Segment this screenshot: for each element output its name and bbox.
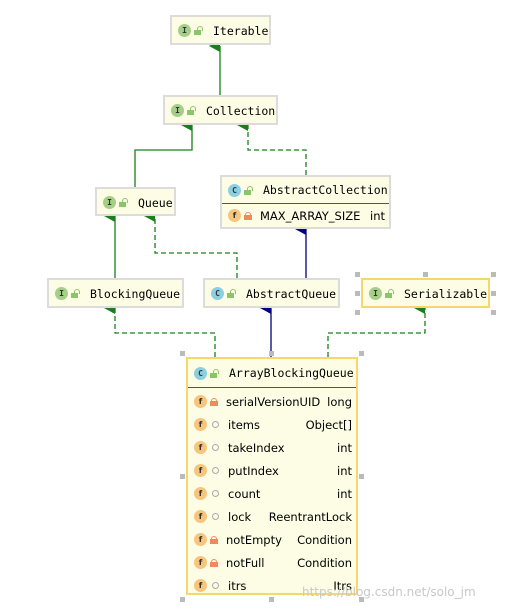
public-icon xyxy=(244,185,253,195)
node-iterable[interactable]: I Iterable xyxy=(170,15,271,45)
interface-icon: I xyxy=(171,104,184,117)
field-name: serialVersionUID xyxy=(226,394,321,409)
node-title: Collection xyxy=(206,103,276,118)
node-title: Iterable xyxy=(213,23,269,38)
public-icon xyxy=(210,368,219,378)
resize-handle[interactable] xyxy=(359,474,364,479)
field-row[interactable]: f notFull Condition xyxy=(188,551,356,574)
node-blocking-queue[interactable]: I BlockingQueue xyxy=(47,278,184,308)
field-name: lock xyxy=(228,509,252,524)
resize-handle[interactable] xyxy=(355,291,360,296)
node-abstract-collection[interactable]: C AbstractCollection f MAX_ARRAY_SIZE int xyxy=(220,175,391,229)
field-row[interactable]: f takeIndex int xyxy=(188,436,356,459)
public-icon xyxy=(194,26,203,35)
resize-handle[interactable] xyxy=(491,291,496,296)
private-icon xyxy=(210,558,218,567)
field-icon: f xyxy=(194,533,207,546)
field-row[interactable]: f count int xyxy=(188,482,356,505)
field-name: notEmpty xyxy=(226,532,282,547)
field-icon: f xyxy=(194,395,207,408)
resize-handle[interactable] xyxy=(359,351,364,356)
field-name: MAX_ARRAY_SIZE xyxy=(260,208,361,223)
field-name: putIndex xyxy=(228,463,279,478)
field-row[interactable]: f MAX_ARRAY_SIZE int xyxy=(222,204,389,227)
package-private-icon xyxy=(212,582,219,589)
node-title: Serializable xyxy=(404,286,488,301)
field-type: int xyxy=(337,463,352,478)
abstract-class-icon: C xyxy=(228,183,241,197)
field-icon: f xyxy=(194,418,207,431)
field-row[interactable]: f lock ReentrantLock xyxy=(188,505,356,528)
field-row[interactable]: f notEmpty Condition xyxy=(188,528,356,551)
field-name: takeIndex xyxy=(228,440,285,455)
private-icon xyxy=(244,211,252,220)
resize-handle[interactable] xyxy=(180,474,185,479)
node-title: AbstractCollection xyxy=(263,183,388,197)
class-icon: C xyxy=(194,366,207,380)
private-icon xyxy=(210,397,218,406)
field-icon: f xyxy=(228,209,241,222)
field-type: Condition xyxy=(297,532,352,547)
field-list: f serialVersionUID long f items Object[] f take… xyxy=(188,390,356,597)
resize-handle[interactable] xyxy=(355,310,360,315)
resize-handle[interactable] xyxy=(423,272,428,277)
watermark: https://blog.csdn.net/solo_jm xyxy=(302,585,476,599)
field-type: long xyxy=(327,394,352,409)
field-icon: f xyxy=(194,579,207,592)
resize-handle[interactable] xyxy=(491,310,496,315)
resize-handle[interactable] xyxy=(269,351,274,356)
field-type: ReentrantLock xyxy=(268,509,352,524)
public-icon xyxy=(187,106,196,115)
resize-handle[interactable] xyxy=(180,597,185,602)
package-private-icon xyxy=(212,467,219,474)
resize-handle[interactable] xyxy=(491,272,496,277)
node-title: Queue xyxy=(138,195,173,210)
field-icon: f xyxy=(194,556,207,569)
field-row[interactable]: f items Object[] xyxy=(188,413,356,436)
package-private-icon xyxy=(212,513,219,520)
private-icon xyxy=(210,535,218,544)
abstract-class-icon: C xyxy=(211,287,224,300)
node-array-blocking-queue[interactable]: C ArrayBlockingQueue f serialVersionUID lon… xyxy=(186,357,358,595)
resize-handle[interactable] xyxy=(180,351,185,356)
package-private-icon xyxy=(212,444,219,451)
interface-icon: I xyxy=(178,24,191,37)
node-title: ArrayBlockingQueue xyxy=(229,366,354,380)
field-type: int xyxy=(370,208,385,223)
node-serializable[interactable]: I Serializable xyxy=(361,278,490,308)
field-name: count xyxy=(228,486,261,501)
field-icon: f xyxy=(194,510,207,523)
edge-abq-serializable xyxy=(327,302,426,357)
field-icon: f xyxy=(194,441,207,454)
field-name: items xyxy=(228,417,260,432)
interface-icon: I xyxy=(103,196,116,209)
resize-handle[interactable] xyxy=(269,597,274,602)
package-private-icon xyxy=(212,421,219,428)
node-collection[interactable]: I Collection xyxy=(163,95,278,125)
interface-icon: I xyxy=(369,287,382,300)
field-type: Condition xyxy=(297,555,352,570)
node-title: BlockingQueue xyxy=(90,286,181,301)
node-queue[interactable]: I Queue xyxy=(95,187,176,216)
field-row[interactable]: f putIndex int xyxy=(188,459,356,482)
package-private-icon xyxy=(212,490,219,497)
field-type: Object[] xyxy=(305,417,352,432)
field-type: int xyxy=(337,440,352,455)
public-icon xyxy=(227,289,236,298)
edge-abstractcollection-collection xyxy=(237,119,307,175)
resize-handle[interactable] xyxy=(355,272,360,277)
field-row[interactable]: f serialVersionUID long xyxy=(188,390,356,413)
public-icon xyxy=(71,289,80,298)
field-type: int xyxy=(337,486,352,501)
edge-queue-collection xyxy=(134,119,193,187)
field-icon: f xyxy=(194,487,207,500)
public-icon xyxy=(385,289,394,298)
node-abstract-queue[interactable]: C AbstractQueue xyxy=(203,278,340,308)
node-title: AbstractQueue xyxy=(246,286,337,301)
interface-icon: I xyxy=(55,287,68,300)
public-icon xyxy=(119,198,128,207)
edge-abq-blockingqueue xyxy=(104,302,216,357)
field-name: notFull xyxy=(226,555,265,570)
field-icon: f xyxy=(194,464,207,477)
